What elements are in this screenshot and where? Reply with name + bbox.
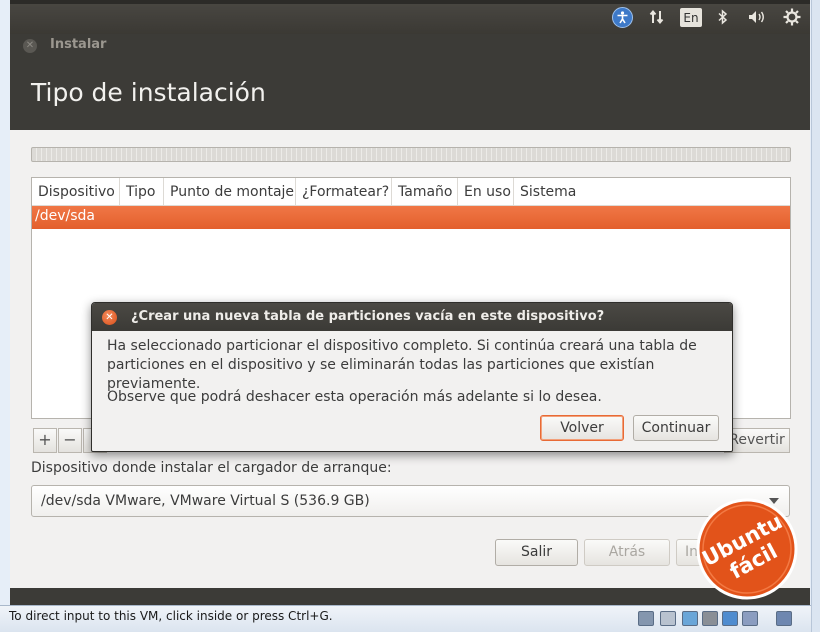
page-title: Tipo de instalación	[31, 78, 266, 107]
dialog-title: ¿Crear una nueva tabla de particiones va…	[131, 309, 605, 324]
window-border	[811, 0, 820, 632]
accessibility-icon[interactable]	[612, 7, 633, 28]
bluetooth-icon[interactable]	[714, 6, 732, 28]
display-icon[interactable]	[742, 611, 758, 626]
dialog-message-line: Ha seleccionado particionar el dispositi…	[107, 338, 697, 354]
bootloader-selected-value: /dev/sda VMware, VMware Virtual S (536.9…	[41, 493, 370, 509]
remove-partition-button[interactable]: −	[58, 428, 82, 453]
vm-status-bar: To direct input to this VM, click inside…	[0, 605, 811, 632]
window-title: Instalar	[50, 37, 107, 52]
installer-header: ✕ Instalar Tipo de instalación	[10, 34, 810, 130]
back-button[interactable]: Atrás	[584, 539, 670, 566]
volume-icon[interactable]	[745, 6, 769, 28]
table-header: Dispositivo Tipo Punto de montaje ¿Forma…	[32, 178, 790, 206]
printer-icon[interactable]	[702, 611, 718, 626]
go-back-button[interactable]: Volver	[540, 415, 624, 441]
close-icon[interactable]: ✕	[102, 310, 117, 325]
close-icon[interactable]: ✕	[23, 39, 37, 53]
cd-rom-icon[interactable]	[660, 611, 676, 626]
bootloader-device-select[interactable]: /dev/sda VMware, VMware Virtual S (536.9…	[31, 485, 790, 517]
panel-stripe	[10, 0, 810, 4]
column-header[interactable]: En uso	[458, 178, 514, 206]
column-header[interactable]: Tamaño	[392, 178, 458, 206]
harddisk-icon[interactable]	[638, 611, 654, 626]
keyboard-layout-icon[interactable]: En	[680, 8, 702, 27]
bootloader-label: Dispositivo donde instalar el cargador d…	[31, 460, 392, 476]
ubuntu-facil-logo: Ubuntu fácil	[696, 498, 798, 600]
continue-button[interactable]: Continuar	[633, 415, 719, 441]
device-cell: /dev/sda	[35, 208, 95, 224]
column-header[interactable]: Sistema	[514, 178, 790, 206]
new-partition-table-dialog: ✕ ¿Crear una nueva tabla de particiones …	[91, 302, 733, 452]
column-header[interactable]: ¿Formatear?	[296, 178, 392, 206]
dialog-header: ✕ ¿Crear una nueva tabla de particiones …	[92, 303, 732, 331]
revert-button[interactable]: Revertir	[724, 428, 790, 453]
network-transfer-icon[interactable]	[646, 6, 668, 28]
dialog-note: Observe que podrá deshacer esta operació…	[107, 389, 602, 405]
table-row[interactable]: /dev/sda	[32, 206, 790, 229]
message-icon[interactable]	[776, 611, 792, 626]
network-adapter-icon[interactable]	[682, 611, 698, 626]
column-header[interactable]: Dispositivo	[32, 178, 120, 206]
installer-footer	[10, 588, 810, 605]
settings-gear-icon[interactable]	[781, 6, 803, 28]
column-header[interactable]: Tipo	[120, 178, 164, 206]
partition-bar	[31, 147, 791, 162]
quit-button[interactable]: Salir	[495, 539, 578, 566]
status-text: To direct input to this VM, click inside…	[9, 609, 333, 623]
column-header[interactable]: Punto de montaje	[164, 178, 296, 206]
add-partition-button[interactable]: +	[33, 428, 57, 453]
sound-icon[interactable]	[722, 611, 738, 626]
